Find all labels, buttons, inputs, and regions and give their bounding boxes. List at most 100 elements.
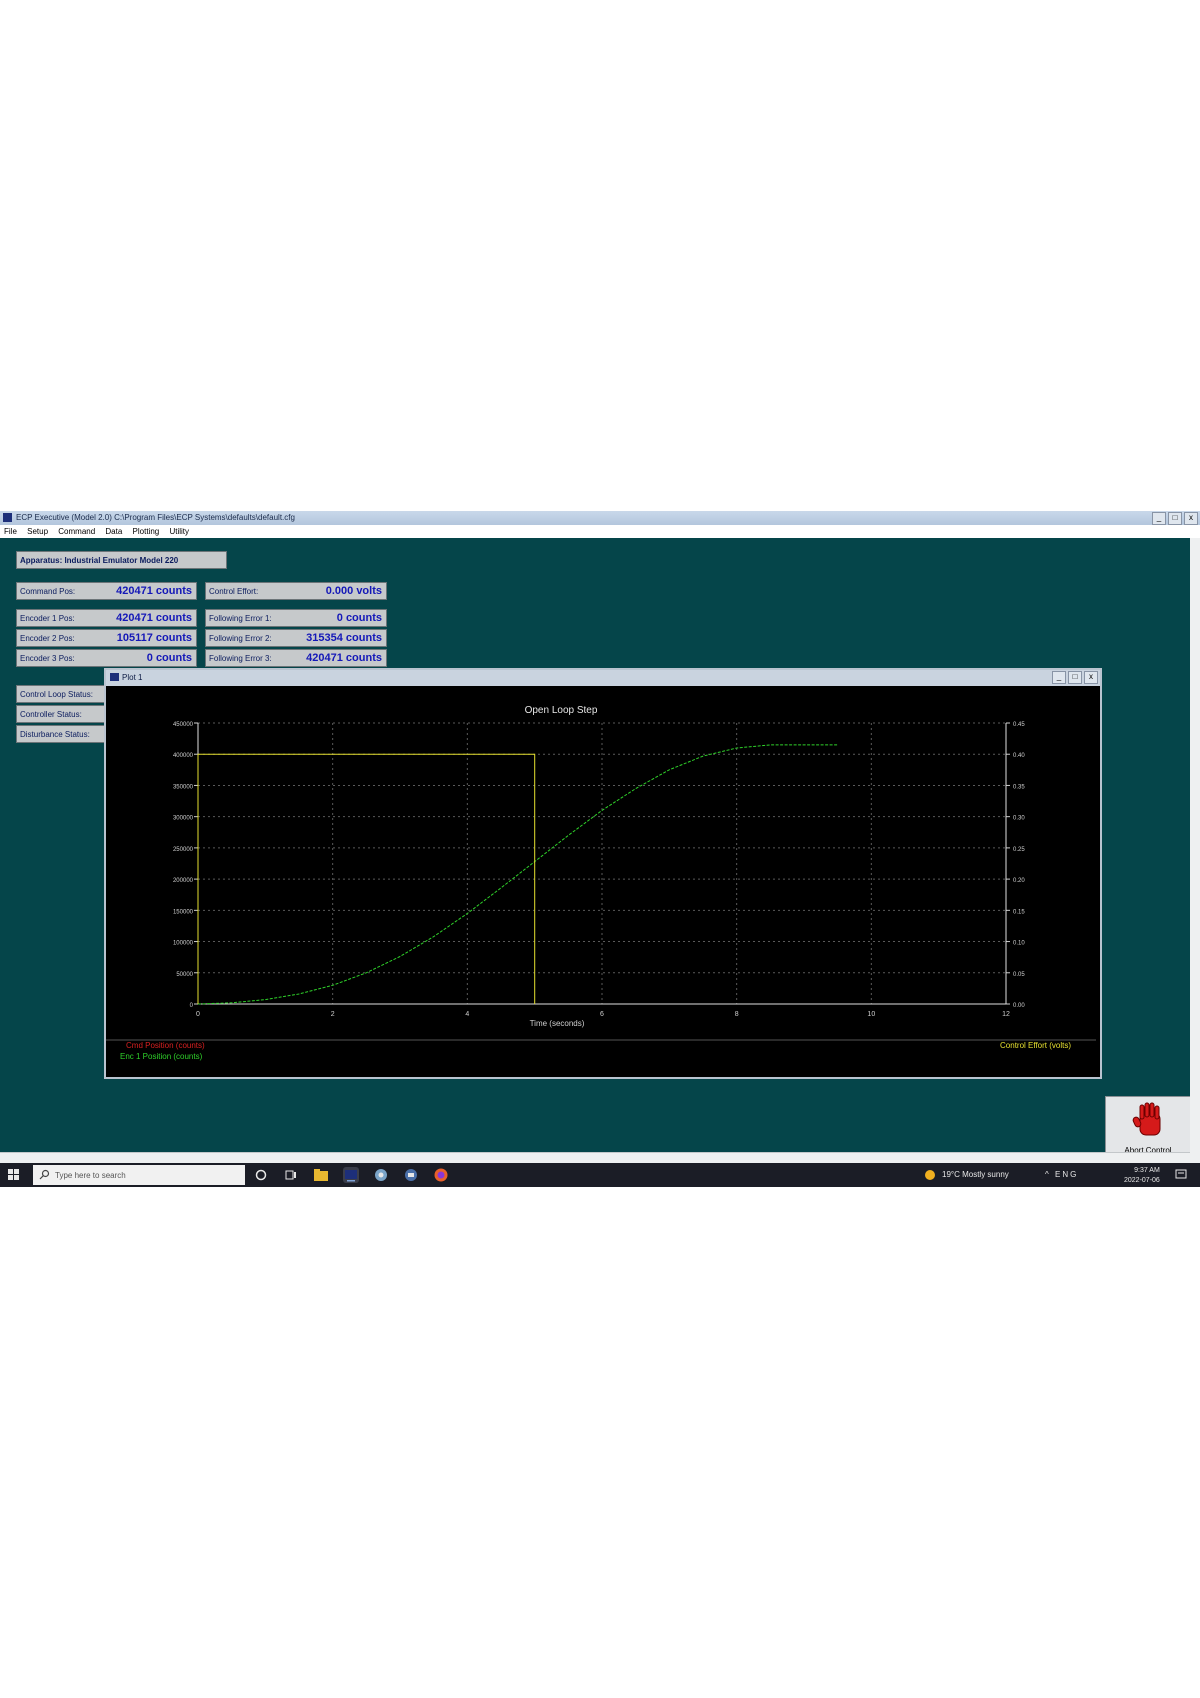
encoder3-label: Encoder 3 Pos: (20, 654, 75, 663)
task-view-icon[interactable] (283, 1167, 299, 1183)
encoder2-value: 105117 counts (116, 632, 192, 644)
search-icon (39, 1169, 50, 1180)
following2-label: Following Error 2: (209, 634, 272, 643)
y-right-tick-label: 0.00 (1013, 1003, 1025, 1009)
controller-status-panel: Controller Status: (16, 705, 108, 723)
cortana-icon[interactable] (253, 1167, 269, 1183)
menu-utility[interactable]: Utility (165, 525, 193, 538)
y-left-tick-label: 150000 (173, 909, 194, 915)
weather-sun-icon[interactable] (922, 1167, 938, 1183)
y-right-tick-label: 0.45 (1013, 722, 1025, 728)
y-right-tick-label: 0.35 (1013, 784, 1025, 790)
close-button[interactable]: x (1184, 512, 1198, 525)
y-left-tick-label: 100000 (173, 941, 194, 947)
command-pos-panel: Command Pos: 420471 counts (16, 582, 197, 600)
taskbar-clock[interactable]: 9:37 AM 2022-07-06 (1124, 1166, 1160, 1186)
desktop-screen: ECP Executive (Model 2.0) C:\Program Fil… (0, 511, 1200, 1187)
notification-icon[interactable] (1174, 1168, 1188, 1182)
x-tick-label: 2 (331, 1011, 335, 1018)
legend-enc1-position: Enc 1 Position (counts) (120, 1052, 203, 1061)
control-loop-status-label: Control Loop Status: (20, 690, 93, 699)
plot-window-title: Plot 1 (122, 673, 143, 682)
vertical-scrollbar[interactable] (1190, 538, 1200, 1163)
y-right-tick-label: 0.10 (1013, 941, 1025, 947)
menu-data[interactable]: Data (101, 525, 126, 538)
controller-status-label: Controller Status: (20, 710, 82, 719)
menu-bar: File Setup Command Data Plotting Utility (0, 525, 1200, 538)
following2-value: 315354 counts (306, 632, 382, 644)
following3-panel: Following Error 3: 420471 counts (205, 649, 387, 667)
plot-title-bar: Plot 1 _ □ x (106, 670, 1100, 686)
x-tick-label: 10 (867, 1011, 875, 1018)
disturbance-status-label: Disturbance Status: (20, 730, 90, 739)
encoder1-position-line (197, 744, 838, 1005)
legend-cmd-position: Cmd Position (counts) (126, 1041, 205, 1050)
following1-label: Following Error 1: (209, 614, 272, 623)
encoder3-value: 0 counts (146, 652, 192, 664)
y-right-tick-label: 0.30 (1013, 816, 1025, 822)
y-left-tick-label: 300000 (173, 816, 194, 822)
following2-panel: Following Error 2: 315354 counts (205, 629, 387, 647)
y-left-tick-label: 200000 (173, 878, 194, 884)
encoder2-label: Encoder 2 Pos: (20, 634, 75, 643)
window-title-bar: ECP Executive (Model 2.0) C:\Program Fil… (0, 511, 1200, 525)
app-icon (3, 513, 12, 522)
y-left-tick-label: 450000 (173, 722, 194, 728)
clock-time: 9:37 AM (1134, 1167, 1160, 1174)
menu-setup[interactable]: Setup (23, 525, 52, 538)
plot-maximize-button[interactable]: □ (1068, 671, 1082, 684)
stop-hand-icon (1132, 1102, 1161, 1136)
weather-text[interactable]: 19°C Mostly sunny (942, 1170, 1009, 1179)
encoder1-label: Encoder 1 Pos: (20, 614, 75, 623)
y-right-tick-label: 0.15 (1013, 909, 1025, 915)
search-placeholder: Type here to search (55, 1171, 126, 1180)
menu-command[interactable]: Command (54, 525, 99, 538)
plot-window-icon (110, 673, 119, 681)
plot-close-button[interactable]: x (1084, 671, 1098, 684)
y-left-tick-label: 50000 (176, 972, 193, 978)
encoder2-panel: Encoder 2 Pos: 105117 counts (16, 629, 197, 647)
minimize-button[interactable]: _ (1152, 512, 1166, 525)
control-effort-label: Control Effort: (209, 587, 259, 596)
maximize-button[interactable]: □ (1168, 512, 1182, 525)
control-loop-status-panel: Control Loop Status: (16, 685, 108, 703)
command-pos-value: 420471 counts (116, 585, 192, 597)
y-right-tick-label: 0.40 (1013, 753, 1025, 759)
encoder1-value: 420471 counts (116, 612, 192, 624)
plot-window[interactable]: Plot 1 _ □ x Open Loop Step Time (second… (104, 668, 1102, 1079)
control-effort-panel: Control Effort: 0.000 volts (205, 582, 387, 600)
ecp-app-icon[interactable] (343, 1167, 359, 1183)
following3-label: Following Error 3: (209, 654, 272, 663)
menu-file[interactable]: File (0, 525, 21, 538)
following1-panel: Following Error 1: 0 counts (205, 609, 387, 627)
x-axis-label: Time (seconds) (530, 1019, 585, 1028)
chart-title: Open Loop Step (525, 705, 598, 716)
x-tick-label: 8 (735, 1011, 739, 1018)
x-tick-label: 12 (1002, 1011, 1010, 1018)
apparatus-panel: Apparatus: Industrial Emulator Model 220 (16, 551, 227, 569)
x-tick-label: 6 (600, 1011, 604, 1018)
y-left-tick-label: 350000 (173, 784, 194, 790)
taskbar: Type here to search 19°C Mostly sunny ^ … (0, 1163, 1200, 1187)
app-icon-5[interactable] (403, 1167, 419, 1183)
windows-start-icon[interactable] (8, 1169, 20, 1181)
y-right-tick-label: 0.20 (1013, 878, 1025, 884)
x-tick-label: 0 (196, 1011, 200, 1018)
x-tick-label: 4 (465, 1011, 469, 1018)
control-effort-value: 0.000 volts (325, 585, 382, 597)
menu-plotting[interactable]: Plotting (129, 525, 164, 538)
plot-minimize-button[interactable]: _ (1052, 671, 1066, 684)
disturbance-status-panel: Disturbance Status: (16, 725, 108, 743)
apparatus-label: Apparatus: Industrial Emulator Model 220 (20, 556, 179, 565)
firefox-icon[interactable] (433, 1167, 449, 1183)
taskbar-search-box[interactable]: Type here to search (33, 1165, 245, 1185)
legend-control-effort: Control Effort (volts) (1000, 1041, 1071, 1050)
clock-date: 2022-07-06 (1124, 1177, 1160, 1184)
file-explorer-icon[interactable] (313, 1167, 329, 1183)
plot-chart: Open Loop Step Time (seconds) Cmd Positi… (106, 705, 1096, 1061)
system-tray[interactable]: ^ ENG (1045, 1170, 1078, 1179)
app-icon-4[interactable] (373, 1167, 389, 1183)
command-pos-label: Command Pos: (20, 587, 76, 596)
y-left-tick-label: 0 (190, 1003, 194, 1009)
abort-control-button[interactable]: Abort Control (1105, 1096, 1191, 1158)
